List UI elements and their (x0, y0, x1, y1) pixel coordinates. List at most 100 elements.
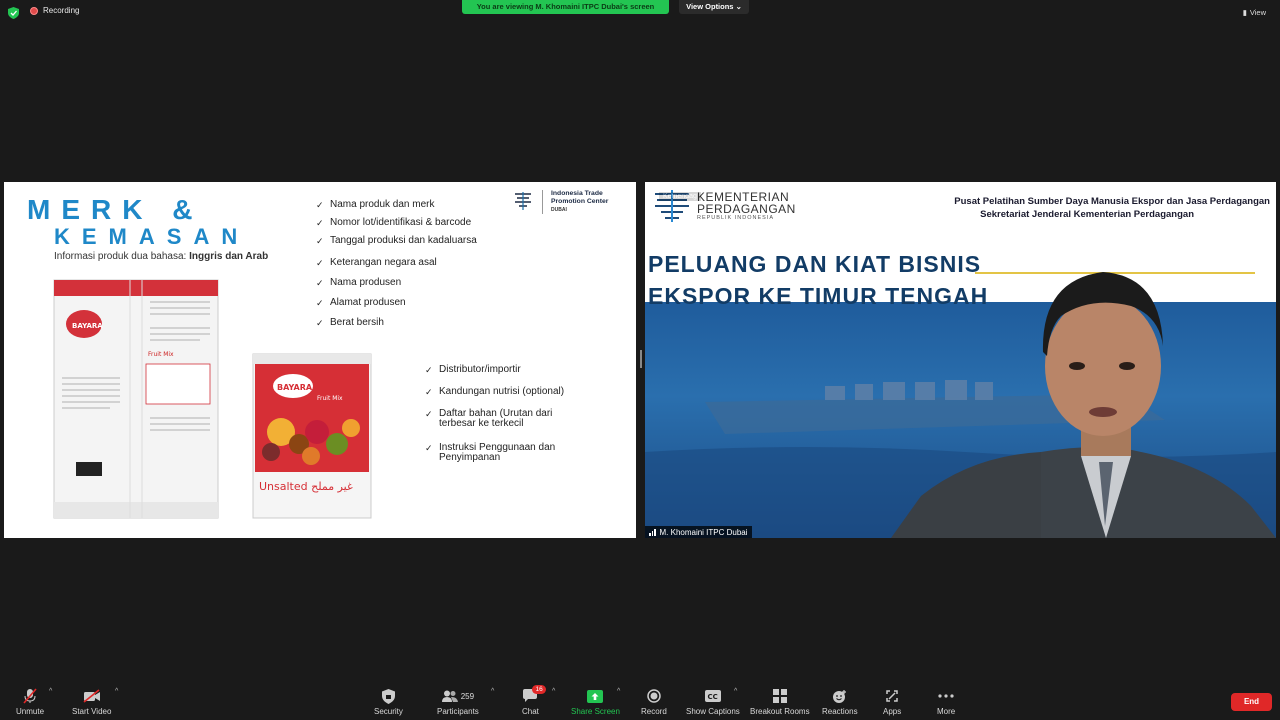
checkmark-icon: ✓ (316, 200, 324, 210)
checklist-item-label: Alamat produsen (330, 297, 406, 308)
view-options-button[interactable]: View Options ⌄ (679, 0, 749, 14)
checklist-item: ✓ Instruksi Penggunaan dan Penyimpanan (425, 443, 565, 463)
chevron-down-icon: ⌄ (735, 2, 742, 11)
view-button[interactable]: ▮ View (1243, 8, 1266, 17)
checkmark-icon: ✓ (316, 318, 324, 328)
subtitle-bold: Inggris dan Arab (189, 251, 269, 262)
recording-label: Recording (43, 6, 80, 15)
breakout-rooms-label: Breakout Rooms (750, 707, 810, 716)
share-caret-icon[interactable]: ^ (617, 688, 620, 695)
checklist-item-label: Nama produsen (330, 277, 402, 288)
checkmark-icon: ✓ (425, 365, 433, 375)
record-dot-icon (30, 6, 38, 15)
unmute-label: Unmute (16, 707, 45, 716)
slide-title-line2: KEMASAN (54, 224, 250, 249)
muted-microphone-icon (23, 688, 37, 704)
speaker-person-image (891, 272, 1276, 538)
pack-back-brand: BAYARA (72, 322, 103, 330)
checklist-item: ✓ Nama produk dan merk (316, 199, 516, 211)
checkmark-icon: ✓ (316, 298, 324, 308)
checklist-item-label: Berat bersih (330, 317, 384, 328)
checklist-item: ✓ Distributor/importir (425, 364, 625, 376)
security-shield-icon[interactable] (8, 7, 19, 19)
view-label: View (1249, 8, 1266, 17)
security-shield-icon (381, 688, 395, 704)
checklist-item: ✓ Keterangan negara asal (316, 258, 516, 269)
checklist-item: ✓ Nomor lot/identifikasi & barcode (316, 217, 516, 229)
apps-icon (886, 690, 898, 702)
share-screen-arrow-icon (587, 689, 604, 703)
participants-count: 259 (460, 691, 475, 701)
top-bar: Recording You are viewing M. Khomaini IT… (0, 0, 1280, 26)
checklist-item: ✓ Berat bersih (316, 317, 516, 329)
more-button[interactable]: More (937, 688, 955, 716)
share-screen-label: Share Screen (571, 707, 620, 716)
checkmark-icon: ✓ (425, 409, 433, 419)
checklist-item-label: Daftar bahan (Urutan dari terbesar ke te… (439, 408, 553, 429)
view-options-label: View Options (686, 2, 734, 11)
security-label: Security (374, 707, 403, 716)
checklist-item-label: Kandungan nutrisi (optional) (439, 386, 565, 397)
signal-strength-icon (649, 528, 656, 536)
pack-unsalted-label: Unsalted غير مملح (259, 480, 353, 493)
checklist-item-label: Nomor lot/identifikasi & barcode (330, 217, 472, 228)
video-options-caret-icon[interactable]: ^ (115, 688, 118, 695)
record-label: Record (641, 707, 667, 716)
chat-unread-badge: 16 (532, 685, 546, 694)
participants-label: Participants (437, 707, 479, 716)
show-captions-button[interactable]: CC Show Captions (686, 688, 740, 716)
end-meeting-button[interactable]: End (1231, 693, 1272, 711)
reactions-label: Reactions (822, 707, 858, 716)
participants-caret-icon[interactable]: ^ (491, 688, 494, 695)
security-button[interactable]: Security (374, 688, 403, 716)
checkmark-icon: ✓ (316, 218, 324, 228)
breakout-rooms-button[interactable]: Breakout Rooms (750, 688, 810, 716)
share-screen-button[interactable]: Share Screen (571, 688, 620, 716)
checkmark-icon: ✓ (316, 258, 324, 268)
chat-caret-icon[interactable]: ^ (552, 688, 555, 695)
pusat-line2: Sekretariat Jenderal Kementerian Perdaga… (980, 209, 1194, 220)
reactions-button[interactable]: Reactions (822, 688, 858, 716)
participant-name: M. Khomaini ITPC Dubai (659, 527, 748, 537)
chat-label: Chat (522, 707, 539, 716)
package-front-image: BAYARA Fruit Mix Unsalted غير مملح (252, 353, 372, 519)
kem-line2: PERDAGANGAN (697, 202, 796, 216)
checkmark-icon: ✓ (425, 443, 433, 453)
video-off-icon (83, 689, 100, 703)
recording-indicator[interactable]: Recording (30, 6, 79, 15)
checklist-item: ✓ Nama produsen (316, 277, 516, 289)
checkmark-icon: ✓ (316, 278, 324, 288)
itpc-line3: DUBAI (551, 207, 567, 213)
chat-button[interactable]: 16 Chat (522, 685, 546, 716)
checklist-item-label: Instruksi Penggunaan dan Penyimpanan (439, 442, 556, 463)
pack-front-product: Fruit Mix (317, 395, 343, 402)
checkmark-icon: ✓ (425, 387, 433, 397)
pusat-line1: Pusat Pelatihan Sumber Daya Manusia Eksp… (954, 196, 1270, 207)
record-icon (647, 689, 661, 703)
checklist-item-label: Nama produk dan merk (330, 199, 435, 210)
captions-caret-icon[interactable]: ^ (734, 688, 737, 695)
slide-title-line1: MERK & (27, 194, 204, 225)
audio-options-caret-icon[interactable]: ^ (49, 688, 52, 695)
checklist-item-label: Tanggal produksi dan kadaluarsa (330, 235, 477, 246)
checklist-secondary: ✓ Distributor/importir ✓ Kandungan nutrisi… (425, 365, 625, 471)
apps-button[interactable]: Apps (883, 688, 901, 716)
pack-back-product: Fruit Mix (148, 351, 174, 358)
checklist-item: ✓ Tanggal produksi dan kadaluarsa (316, 235, 516, 247)
panel-splitter-handle[interactable] (640, 350, 642, 368)
itpc-line2: Promotion Center (551, 198, 609, 205)
participants-button[interactable]: 259 Participants (437, 688, 479, 716)
reactions-smiley-icon (833, 689, 847, 703)
checkmark-icon: ✓ (316, 236, 324, 246)
checklist-item-label: Distributor/importir (439, 364, 521, 375)
start-video-button[interactable]: Start Video (72, 688, 111, 716)
record-button[interactable]: Record (641, 688, 667, 716)
faded-nameplate: Kemendag (659, 192, 701, 201)
participants-icon (441, 690, 458, 702)
checklist-item: ✓ Kandungan nutrisi (optional) (425, 386, 625, 398)
show-captions-label: Show Captions (686, 707, 740, 716)
unmute-button[interactable]: Unmute (16, 688, 44, 716)
more-dots-icon (938, 694, 954, 698)
speaker-video[interactable]: KEMENTERIAN PERDAGANGAN REPUBLIK INDONES… (645, 182, 1276, 538)
checklist-item: ✓ Alamat produsen (316, 297, 516, 309)
